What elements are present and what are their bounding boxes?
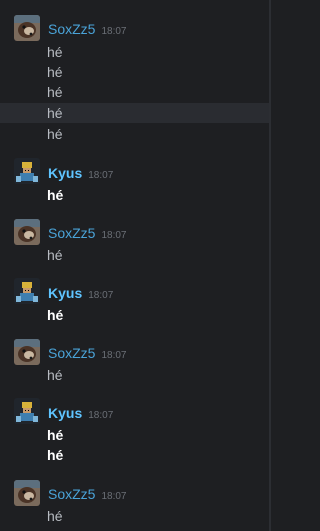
message-text: hé	[47, 427, 64, 443]
message-text: hé	[47, 187, 64, 203]
message-header: Kyus 18:07	[48, 164, 113, 182]
message-header: Kyus 18:07	[48, 404, 113, 422]
message-header: Kyus 18:07	[48, 284, 113, 302]
message-row[interactable]: hé	[0, 124, 269, 144]
message-text: hé	[47, 367, 63, 383]
message-text: hé	[47, 247, 63, 263]
message-text: hé	[47, 126, 63, 142]
username[interactable]: SoxZz5	[48, 21, 95, 37]
message-row-hovered[interactable]: hé	[0, 103, 269, 123]
pixel-character-avatar-icon	[14, 278, 40, 304]
message-text: hé	[47, 105, 63, 121]
message-row[interactable]: hé	[0, 82, 269, 102]
username[interactable]: SoxZz5	[48, 345, 95, 361]
message-row[interactable]: hé	[0, 445, 269, 465]
pixel-character-avatar-icon	[14, 398, 40, 424]
chat-message-list: SoxZz5 18:07 hé hé hé hé hé Kyus 18:07 hé	[0, 0, 271, 531]
message-row[interactable]: hé	[0, 365, 269, 385]
username[interactable]: Kyus	[48, 285, 82, 301]
message-header: SoxZz5 18:07	[48, 344, 127, 362]
message-text: hé	[47, 44, 63, 60]
message-row[interactable]: hé	[0, 425, 269, 445]
username[interactable]: Kyus	[48, 165, 82, 181]
message-row[interactable]: hé	[0, 185, 269, 205]
message-row[interactable]: hé	[0, 62, 269, 82]
pixel-character-avatar-icon	[14, 158, 40, 184]
timestamp: 18:07	[88, 170, 114, 181]
avatar-soxzz5[interactable]	[14, 339, 40, 365]
avatar-soxzz5[interactable]	[14, 219, 40, 245]
timestamp: 18:07	[101, 491, 127, 502]
message-text: hé	[47, 447, 64, 463]
dog-avatar-icon	[14, 480, 40, 506]
username[interactable]: Kyus	[48, 405, 82, 421]
timestamp: 18:07	[101, 230, 127, 241]
message-header: SoxZz5 18:07	[48, 224, 127, 242]
timestamp: 18:07	[88, 410, 114, 421]
message-header: SoxZz5 18:07	[48, 20, 127, 38]
message-row[interactable]: hé	[0, 245, 269, 265]
avatar-kyus[interactable]	[14, 278, 40, 304]
username[interactable]: SoxZz5	[48, 225, 95, 241]
message-row[interactable]: hé	[0, 506, 269, 526]
message-row[interactable]: hé	[0, 42, 269, 62]
panel-divider	[269, 0, 271, 531]
avatar-kyus[interactable]	[14, 158, 40, 184]
dog-avatar-icon	[14, 219, 40, 245]
message-text: hé	[47, 307, 64, 323]
timestamp: 18:07	[88, 290, 114, 301]
dog-avatar-icon	[14, 339, 40, 365]
dog-avatar-icon	[14, 15, 40, 41]
avatar-soxzz5[interactable]	[14, 480, 40, 506]
message-row[interactable]: hé	[0, 305, 269, 325]
username[interactable]: SoxZz5	[48, 486, 95, 502]
timestamp: 18:07	[101, 26, 127, 37]
message-text: hé	[47, 64, 63, 80]
message-header: SoxZz5 18:07	[48, 485, 127, 503]
message-text: hé	[47, 84, 63, 100]
avatar-soxzz5[interactable]	[14, 15, 40, 41]
timestamp: 18:07	[101, 350, 127, 361]
message-text: hé	[47, 508, 63, 524]
avatar-kyus[interactable]	[14, 398, 40, 424]
